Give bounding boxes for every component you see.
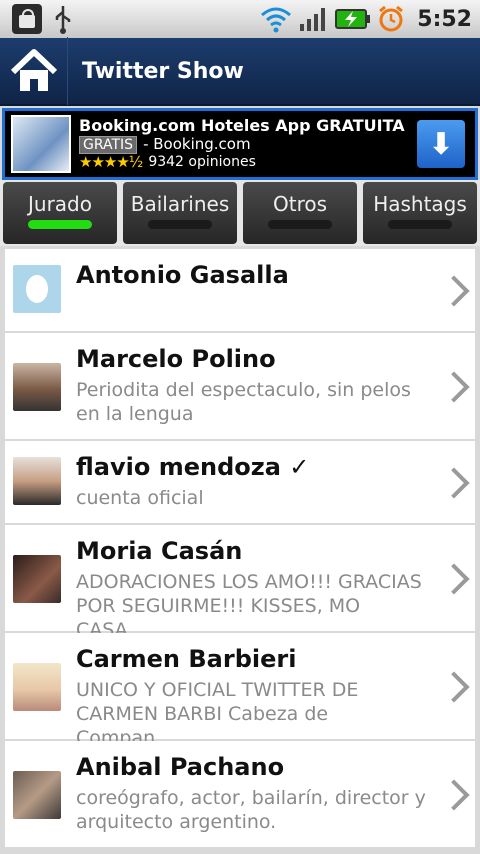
avatar (13, 663, 61, 711)
tab-label: Bailarines (130, 192, 230, 216)
user-name: Marcelo Polino (76, 345, 276, 373)
ad-reviews: 9342 opiniones (148, 154, 256, 171)
alarm-icon (379, 5, 404, 32)
signal-icon (300, 8, 326, 31)
tab-label: Otros (272, 192, 328, 216)
list-item[interactable]: Moria Casán ADORACIONES LOS AMO!!! GRACI… (5, 525, 475, 641)
user-name: Antonio Gasalla (76, 261, 289, 289)
chevron-right-icon (438, 563, 470, 595)
home-button[interactable] (0, 37, 68, 105)
home-icon (10, 49, 57, 91)
user-list: Antonio Gasalla Marcelo Polino Periodita… (5, 249, 475, 849)
tab-indicator (28, 220, 92, 229)
tab-indicator (388, 220, 452, 229)
user-name: flavio mendoza ✓ (76, 453, 310, 481)
avatar (13, 363, 61, 411)
list-item[interactable]: Marcelo Polino Periodita del espectaculo… (5, 333, 475, 441)
ad-publisher: - Booking.com (143, 134, 251, 153)
tab-indicator (148, 220, 212, 229)
user-description: ADORACIONES LOS AMO!!! GRACIAS POR SEGUI… (76, 571, 422, 641)
list-item[interactable]: Carmen Barbieri UNICO Y OFICIAL TWITTER … (5, 633, 475, 749)
download-button[interactable]: ⬇ (417, 120, 465, 168)
app-title: Twitter Show (82, 58, 244, 84)
list-item[interactable]: Anibal Pachano coreógrafo, actor, bailar… (5, 741, 475, 849)
chevron-right-icon (438, 371, 470, 403)
list-item[interactable]: flavio mendoza ✓ cuenta oficial (5, 441, 475, 525)
tab-bailarines[interactable]: Bailarines (123, 182, 237, 244)
download-arrow-icon: ⬇ (428, 126, 454, 162)
tab-indicator (268, 220, 332, 229)
chevron-right-icon (438, 275, 470, 307)
title-bar: Twitter Show (0, 37, 480, 106)
usb-icon (55, 6, 71, 34)
avatar (13, 457, 61, 505)
user-name: Anibal Pachano (76, 753, 285, 781)
tab-bar: Jurado Bailarines Otros Hashtags (0, 180, 480, 246)
battery-charging-icon (335, 9, 371, 29)
user-description: cuenta oficial (76, 487, 204, 509)
avatar (13, 555, 61, 603)
user-description: coreógrafo, actor, bailarín, director y … (76, 787, 426, 833)
chevron-right-icon (438, 779, 470, 811)
user-description: Periodita del espectaculo, sin pelos en … (76, 379, 411, 425)
tab-jurado[interactable]: Jurado (3, 182, 117, 244)
user-name: Carmen Barbieri (76, 645, 297, 673)
rating-stars-icon: ★★★★½ (79, 152, 143, 171)
tab-otros[interactable]: Otros (243, 182, 357, 244)
wifi-icon (261, 7, 292, 33)
ad-badge: GRATIS (79, 135, 138, 154)
status-time: 5:52 (417, 6, 472, 32)
tab-hashtags[interactable]: Hashtags (363, 182, 477, 244)
market-icon (12, 4, 42, 34)
tab-label: Hashtags (373, 192, 467, 216)
user-description: UNICO Y OFICIAL TWITTER DE CARMEN BARBI … (76, 679, 359, 749)
list-item[interactable]: Antonio Gasalla (5, 249, 475, 333)
avatar (13, 771, 61, 819)
user-name: Moria Casán (76, 537, 243, 565)
chevron-right-icon (438, 671, 470, 703)
tab-label: Jurado (28, 192, 92, 216)
chevron-right-icon (438, 467, 470, 499)
status-bar: 5:52 (0, 0, 480, 38)
ad-title: Booking.com Hoteles App GRATUITA (79, 116, 405, 136)
ad-banner[interactable]: Booking.com Hoteles App GRATUITA GRATIS … (2, 108, 478, 180)
avatar (13, 265, 61, 313)
ad-thumbnail (11, 115, 71, 173)
